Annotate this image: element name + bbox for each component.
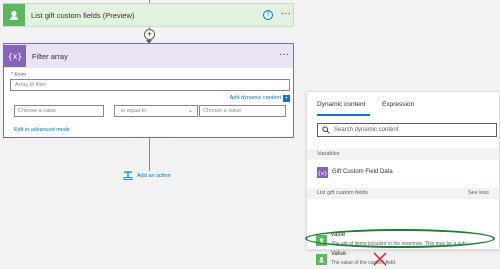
highlight-annotation xyxy=(305,229,495,248)
list-gift-custom-fields-label: List gift custom fields xyxy=(317,190,369,196)
operator-select[interactable]: is equal to ⌄ xyxy=(114,105,198,117)
variables-label: Variables xyxy=(317,151,340,157)
step-header[interactable]: {x} Filter array ··· xyxy=(4,44,293,68)
step-title: List gift custom fields (Preview) xyxy=(31,11,135,20)
svg-text:{x}: {x} xyxy=(8,52,22,61)
operator-value: is equal to xyxy=(121,108,147,114)
item-title: Value xyxy=(331,251,346,257)
add-action-button[interactable]: Add an action xyxy=(123,171,171,180)
edit-advanced-mode-link[interactable]: Edit in advanced mode xyxy=(14,127,70,133)
filter-icon: {x} xyxy=(4,45,26,67)
step-header[interactable]: List gift custom fields (Preview) ? ··· xyxy=(3,4,293,27)
tab-dynamic-content[interactable]: Dynamic content xyxy=(317,101,365,108)
braces-icon: {x} xyxy=(8,52,22,61)
connector-icon xyxy=(316,254,327,265)
add-dynamic-content-icon[interactable]: + xyxy=(283,95,290,102)
condition-right-input[interactable]: Choose a value xyxy=(199,105,286,117)
tab-expression[interactable]: Expression xyxy=(382,101,414,108)
more-options-icon[interactable]: ··· xyxy=(281,8,291,19)
variable-item-label: Gift Custom Field Data xyxy=(332,169,393,175)
add-step-button[interactable]: + xyxy=(144,29,155,40)
from-input[interactable]: Array to filter xyxy=(10,79,290,91)
connector-icon xyxy=(3,4,25,26)
variable-icon: {x} xyxy=(317,167,328,178)
variable-item[interactable]: {x} Gift Custom Field Data xyxy=(307,164,499,182)
help-icon[interactable]: ? xyxy=(263,10,273,20)
person-icon xyxy=(10,10,18,20)
see-less-link[interactable]: See less xyxy=(468,190,489,196)
dynamic-content-panel: Dynamic content Expression Search dynami… xyxy=(306,91,500,250)
step-title: Filter array xyxy=(32,52,68,61)
add-action-icon xyxy=(123,171,133,180)
search-dynamic-content-input[interactable]: Search dynamic content xyxy=(317,123,497,137)
chevron-down-icon: ⌄ xyxy=(187,108,193,114)
step-filter-array[interactable]: {x} Filter array ··· * From Array to fil… xyxy=(3,43,294,138)
search-icon xyxy=(322,126,330,134)
red-cross-icon xyxy=(373,252,387,266)
add-dynamic-content-link[interactable]: Add dynamic content xyxy=(230,95,281,101)
active-tab-indicator xyxy=(317,114,370,116)
from-label: * From xyxy=(11,72,26,78)
more-options-icon[interactable]: ··· xyxy=(279,49,289,60)
add-action-label: Add an action xyxy=(137,172,171,179)
list-item[interactable]: Value The value of the custom field. xyxy=(306,251,496,269)
step-list-gift-custom-fields[interactable]: List gift custom fields (Preview) ? ··· xyxy=(3,3,294,27)
connector-line-bottom xyxy=(149,138,150,171)
condition-left-input[interactable]: Choose a value xyxy=(14,105,104,117)
svg-text:{x}: {x} xyxy=(318,171,327,176)
